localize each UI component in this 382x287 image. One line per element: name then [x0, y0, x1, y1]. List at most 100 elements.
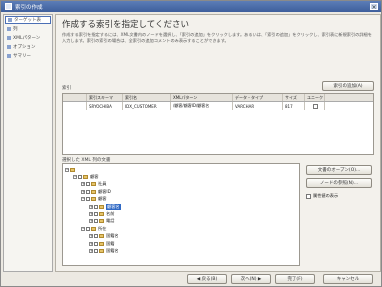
col-header[interactable]: サイズ: [283, 94, 305, 101]
tree-node[interactable]: + 顧客ID: [65, 188, 297, 195]
step-icon: [7, 27, 11, 31]
page-title: 作成する索引を指定してください: [62, 20, 189, 30]
expand-icon[interactable]: +: [89, 204, 93, 209]
nav-item-summary[interactable]: サマリー: [5, 52, 51, 60]
cancel-button[interactable]: キャンセル: [323, 274, 373, 284]
tree-node[interactable]: + 社員: [65, 181, 297, 188]
element-icon: [99, 248, 104, 253]
col-header[interactable]: データ・タイプ: [233, 94, 283, 101]
nav-item-columns[interactable]: 列: [5, 25, 51, 33]
expand-icon[interactable]: +: [81, 189, 85, 194]
tree-node-label: 名前: [106, 211, 115, 217]
show-attributes-option[interactable]: 属性値の表示: [306, 193, 338, 199]
expand-icon[interactable]: +: [89, 248, 93, 253]
col-header[interactable]: ユニーク: [305, 94, 325, 101]
tree-node-label: 顧客ID: [98, 188, 111, 194]
element-icon: [99, 241, 104, 246]
row-marker: [63, 102, 87, 110]
element-icon: [99, 204, 104, 209]
tree-node[interactable]: + 国籍: [65, 240, 297, 247]
nav-label: サマリー: [13, 54, 31, 59]
tree-node[interactable]: + 国籍名: [65, 247, 297, 254]
col-header[interactable]: 索引スキーマ: [87, 94, 123, 101]
nav-item-xml-pattern[interactable]: XMLパターン: [5, 34, 51, 42]
add-index-button[interactable]: 索引の追加(A): [322, 81, 374, 91]
show-attributes-label: 属性値の表示: [313, 193, 339, 198]
element-icon: [99, 234, 104, 239]
element-icon: [91, 197, 96, 202]
expand-icon[interactable]: +: [89, 241, 93, 246]
node-checkbox[interactable]: [86, 226, 90, 231]
tree-node-label: 社員: [98, 181, 107, 187]
node-checkbox[interactable]: [94, 204, 98, 209]
nav-label: オプション: [13, 45, 36, 50]
tree-node[interactable]: − 顧客: [65, 196, 297, 203]
collapse-icon[interactable]: −: [65, 167, 69, 172]
element-icon: [70, 167, 75, 172]
nav-label: XMLパターン: [13, 36, 41, 41]
collapse-icon[interactable]: −: [73, 175, 77, 180]
node-checkbox[interactable]: [86, 182, 90, 187]
open-document-button[interactable]: 文書のオープン(O)...: [306, 165, 372, 175]
collapse-icon[interactable]: −: [81, 197, 85, 202]
app-icon: [5, 3, 12, 10]
tree-node[interactable]: −: [65, 166, 297, 173]
expand-icon[interactable]: +: [89, 219, 93, 224]
node-checkbox[interactable]: [94, 248, 98, 253]
cell-data-type[interactable]: VARCHAR: [233, 102, 283, 110]
nav-item-options[interactable]: オプション: [5, 43, 51, 51]
index-section-label: 索引: [62, 86, 71, 91]
tree-node[interactable]: − 所在: [65, 225, 297, 232]
finish-button[interactable]: 完了(F): [275, 274, 315, 284]
tree-node-label: 電話: [106, 218, 115, 224]
tree-node[interactable]: + 顧客名: [65, 203, 297, 210]
node-checkbox[interactable]: [86, 197, 90, 202]
close-icon[interactable]: ×: [370, 3, 378, 11]
node-checkbox[interactable]: [86, 189, 90, 194]
expand-icon[interactable]: +: [89, 212, 93, 217]
tree-node[interactable]: + 名前: [65, 210, 297, 217]
step-icon: [7, 54, 11, 58]
cell-index-name[interactable]: IDX_CUSTOMER: [123, 102, 171, 110]
col-header[interactable]: XMLパターン: [171, 94, 233, 101]
tree-node-label: 顧客名: [106, 203, 121, 210]
xml-tree: − − 顧客 + 社員 + 顧客ID − 顧客 + 顧客名 + 名前 + 電話 − 所在 + 国籍名 + 国籍 + 国籍名: [62, 163, 300, 266]
col-header: [63, 94, 87, 101]
node-checkbox[interactable]: [94, 219, 98, 224]
tree-node[interactable]: + 国籍名: [65, 233, 297, 240]
title-bar: 索引の作成 ×: [1, 1, 381, 12]
cell-unique[interactable]: [305, 102, 325, 110]
col-header[interactable]: 索引名: [123, 94, 171, 101]
node-checkbox[interactable]: [94, 241, 98, 246]
cell-size[interactable]: 817: [283, 102, 305, 110]
nav-item-target-table[interactable]: ターゲット表: [5, 16, 51, 24]
tree-node[interactable]: − 顧客: [65, 173, 297, 180]
tree-node[interactable]: + 電話: [65, 218, 297, 225]
element-icon: [91, 182, 96, 187]
tree-node-label: 国籍: [106, 240, 115, 246]
next-button[interactable]: 次へ(N) ▶: [231, 274, 271, 284]
node-checkbox[interactable]: [78, 175, 82, 180]
table-row[interactable]: SRYOCHIBA IDX_CUSTOMER /顧客/顧客ID/顧客名 VARC…: [63, 102, 373, 110]
main-panel: 作成する索引を指定してください 作成する索引を指定するには、XML文書内のノード…: [55, 14, 381, 272]
cell-schema[interactable]: SRYOCHIBA: [87, 102, 123, 110]
node-checkbox[interactable]: [94, 212, 98, 217]
cell-xml-pattern[interactable]: /顧客/顧客ID/顧客名: [171, 102, 233, 110]
step-icon: [8, 18, 12, 22]
tree-node-label: 国籍名: [106, 247, 119, 253]
tree-node-label: 顧客: [90, 174, 99, 180]
browse-node-button[interactable]: ノードの参照(N)...: [306, 178, 372, 188]
show-attributes-checkbox[interactable]: [306, 193, 311, 199]
nav-label: 列: [13, 27, 18, 32]
expand-icon[interactable]: +: [81, 182, 85, 187]
expand-icon[interactable]: +: [89, 234, 93, 239]
back-button[interactable]: ◀ 戻る(B): [187, 274, 227, 284]
element-icon: [99, 219, 104, 224]
tree-node-label: 国籍名: [106, 233, 119, 239]
index-table: 索引スキーマ 索引名 XMLパターン データ・タイプ サイズ ユニーク SRYO…: [62, 93, 374, 155]
unique-checkbox[interactable]: [313, 103, 318, 109]
wizard-window: 索引の作成 × ターゲット表 列 XMLパターン オプション サマリー 作成する…: [0, 0, 382, 287]
element-icon: [91, 189, 96, 194]
node-checkbox[interactable]: [94, 234, 98, 239]
collapse-icon[interactable]: −: [81, 226, 85, 231]
